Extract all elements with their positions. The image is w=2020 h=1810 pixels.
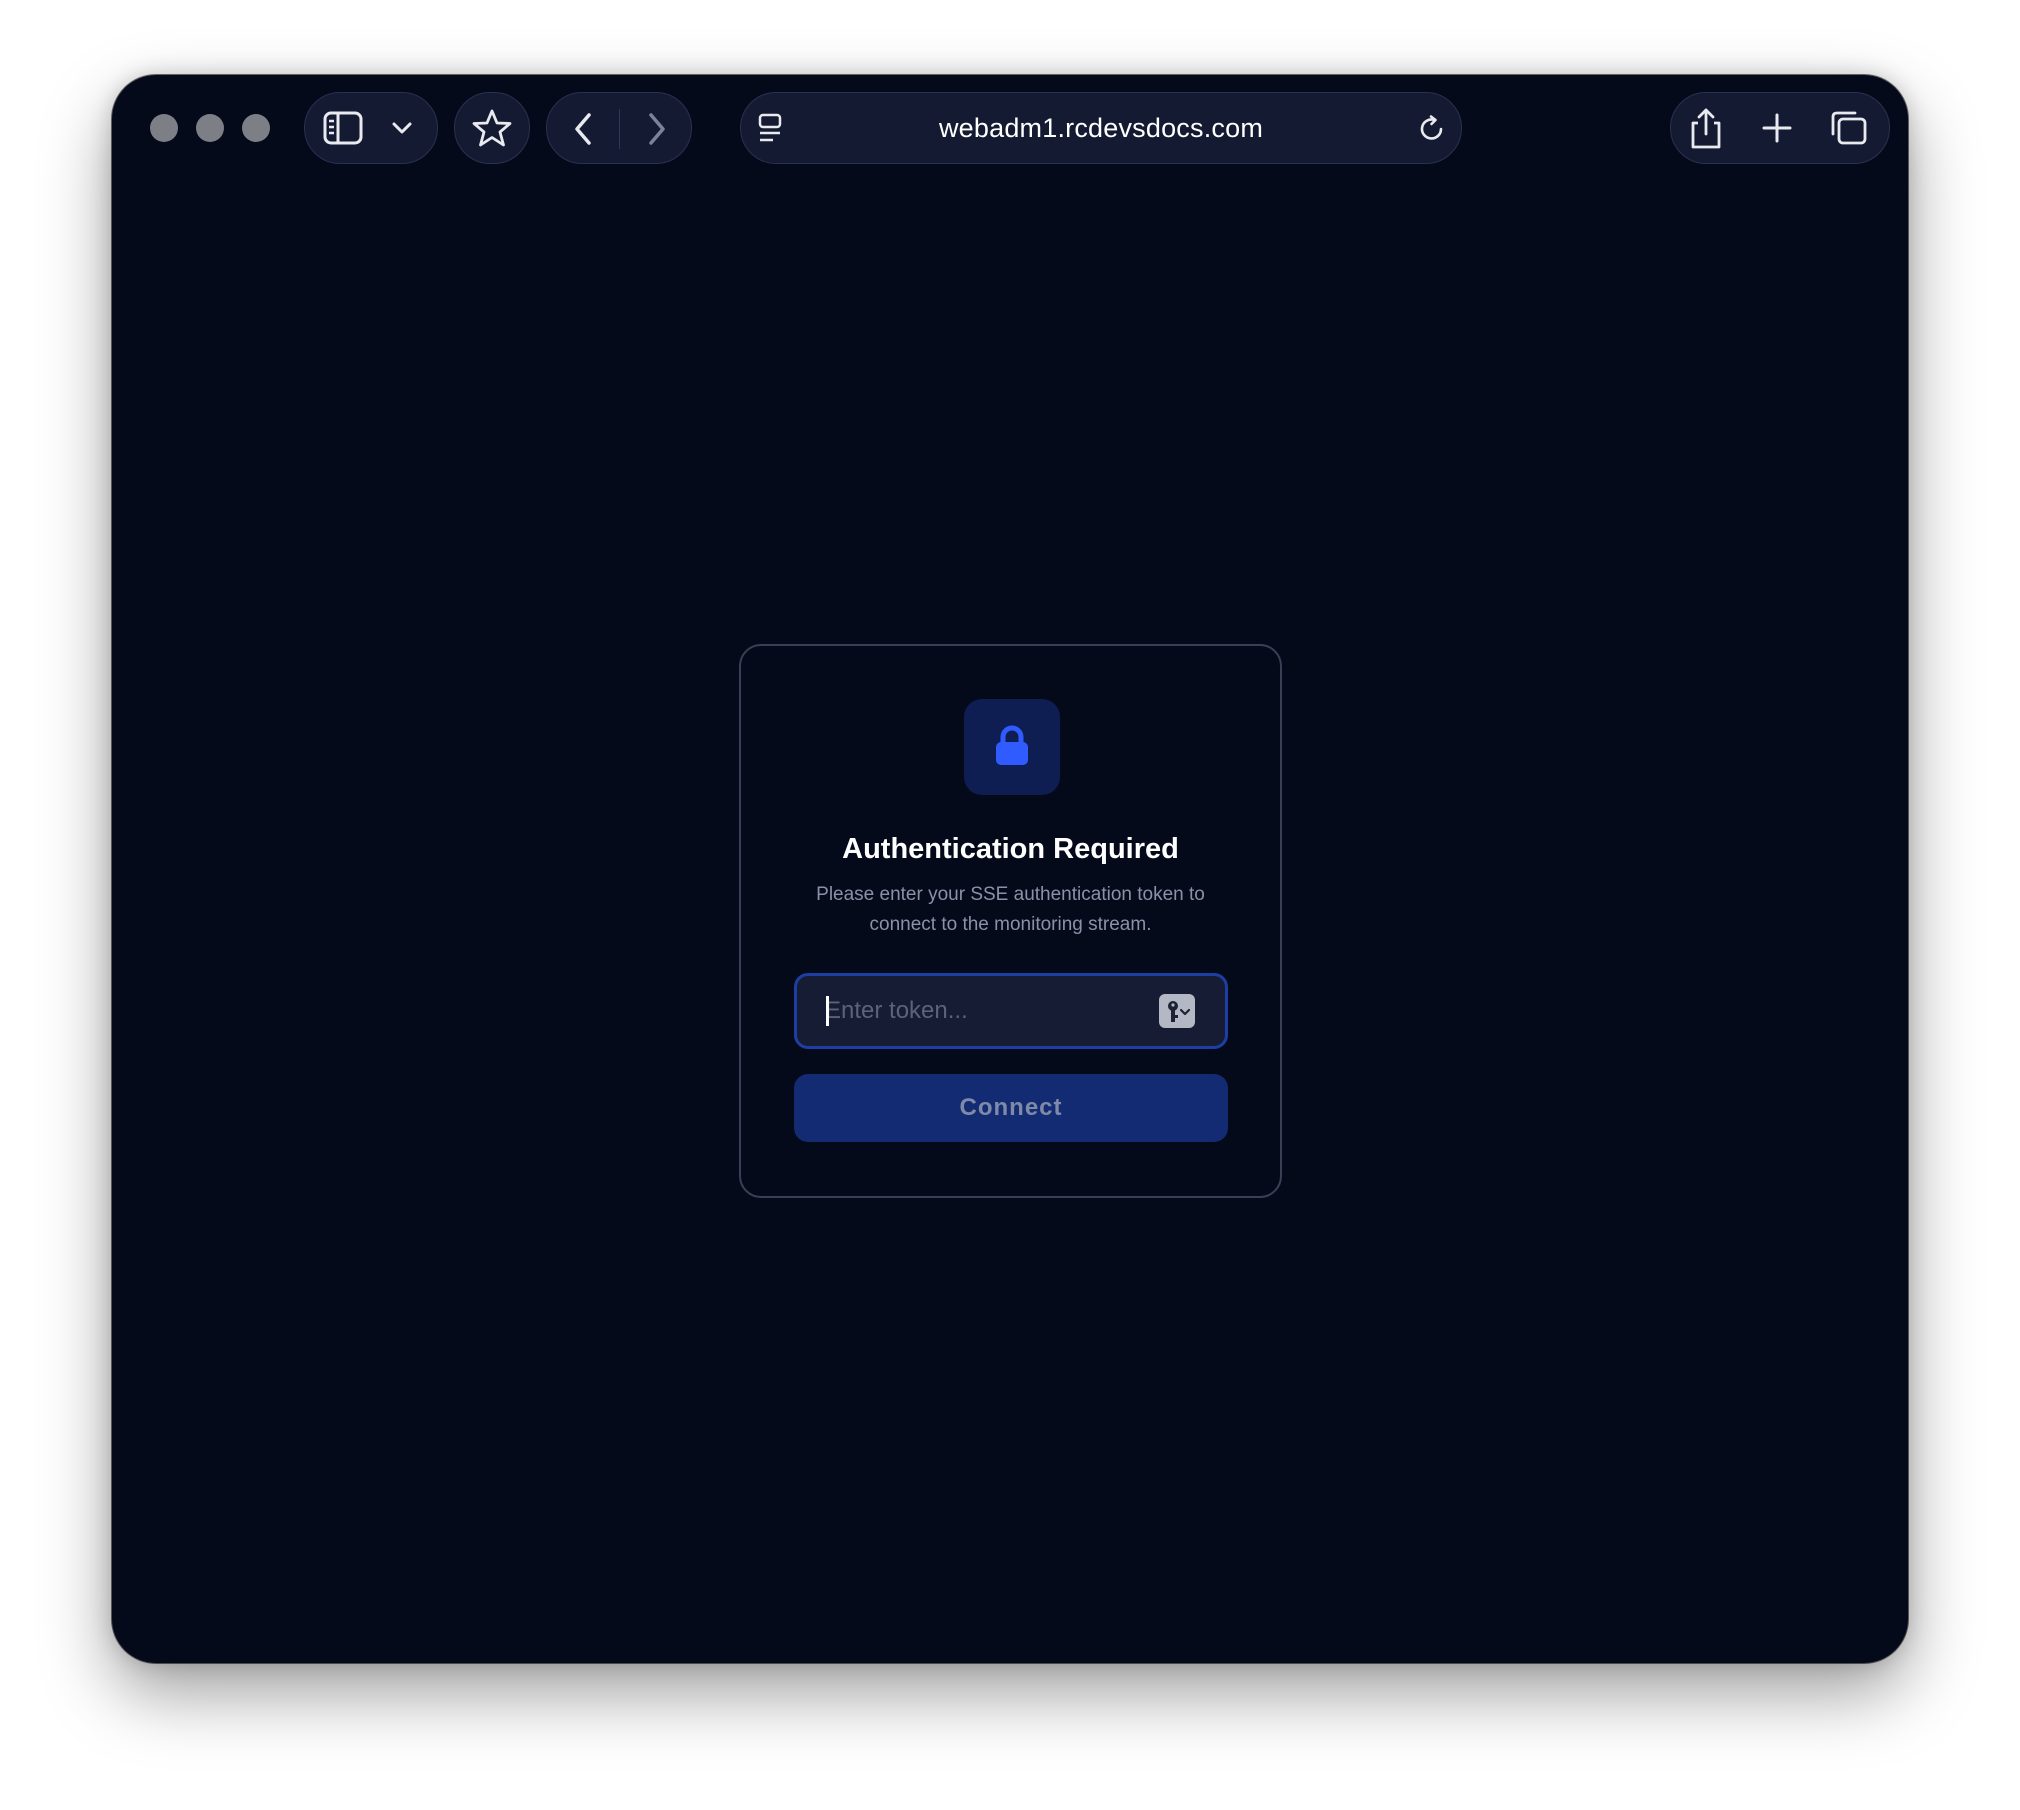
window-actions — [1670, 92, 1890, 164]
share-icon[interactable] — [1689, 106, 1723, 150]
sidebar-icon[interactable] — [323, 111, 363, 145]
lock-icon — [993, 725, 1031, 767]
browser-window: webadm1.rcdevsdocs.com Authentication Re… — [112, 75, 1908, 1663]
token-input[interactable] — [825, 976, 1125, 1046]
nav-separator — [619, 109, 620, 149]
forward-icon[interactable] — [645, 111, 669, 147]
sidebar-control — [304, 92, 438, 164]
connect-button[interactable]: Connect — [794, 1074, 1228, 1142]
reload-icon[interactable] — [1417, 114, 1447, 144]
bookmark-control — [454, 92, 530, 164]
url-text[interactable]: webadm1.rcdevsdocs.com — [741, 113, 1461, 144]
card-title: Authentication Required — [842, 833, 1179, 865]
tabs-icon[interactable] — [1829, 109, 1869, 147]
password-autofill-button[interactable] — [1159, 994, 1195, 1028]
navigation-control — [546, 92, 692, 164]
address-bar[interactable]: webadm1.rcdevsdocs.com — [740, 92, 1462, 164]
token-field[interactable] — [794, 973, 1228, 1049]
card-description: Please enter your SSE authentication tok… — [816, 884, 1205, 935]
browser-toolbar: webadm1.rcdevsdocs.com — [112, 75, 1908, 179]
plus-icon[interactable] — [1761, 112, 1793, 144]
star-icon[interactable] — [472, 108, 512, 148]
lock-tile — [964, 699, 1060, 795]
zoom-window-button[interactable] — [242, 114, 270, 142]
close-window-button[interactable] — [150, 114, 178, 142]
minimize-window-button[interactable] — [196, 114, 224, 142]
chevron-down-icon[interactable] — [391, 120, 413, 136]
text-caret — [826, 996, 829, 1026]
key-icon — [1164, 999, 1192, 1025]
back-icon[interactable] — [571, 111, 595, 147]
auth-card: Authentication Required Please enter you… — [739, 644, 1282, 1198]
